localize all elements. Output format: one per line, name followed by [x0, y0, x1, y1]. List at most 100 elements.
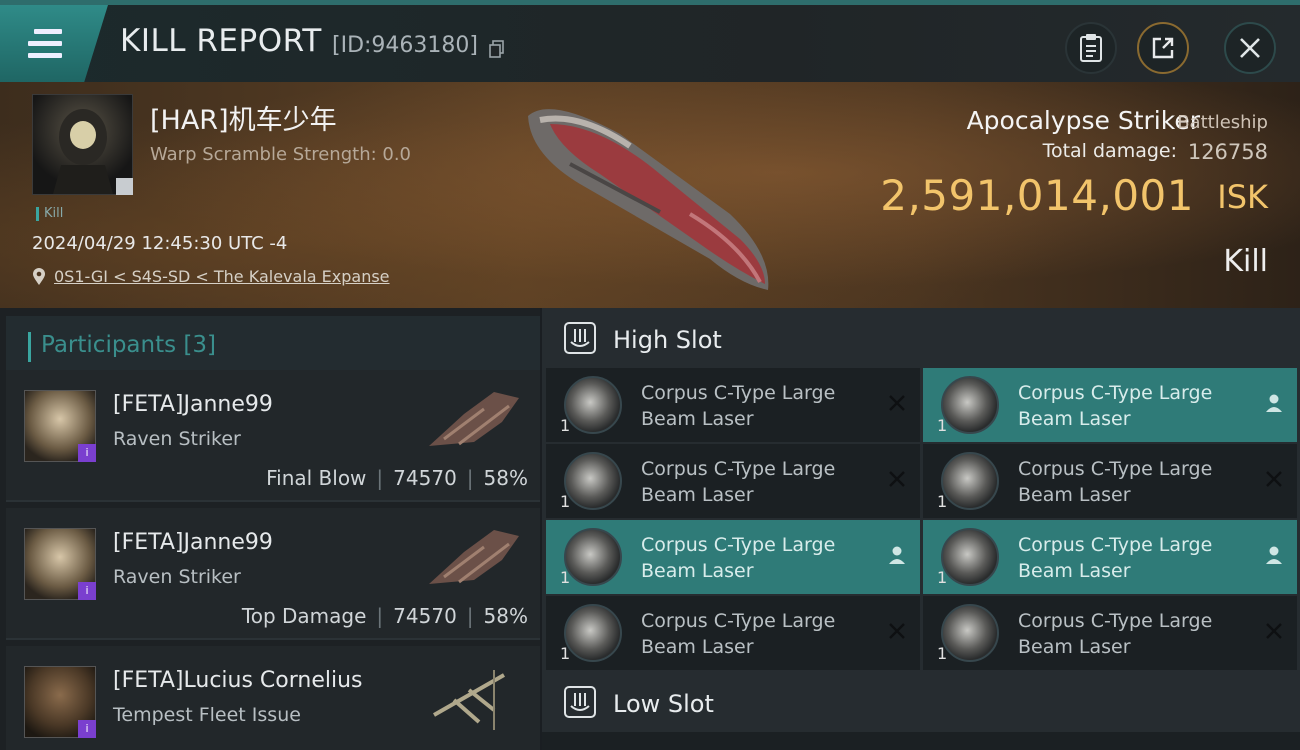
module-name: Corpus C-Type Large Beam Laser — [641, 380, 881, 432]
person-icon — [1266, 546, 1282, 564]
laser-module-icon — [941, 604, 999, 662]
participants-label: Participants [3] — [41, 332, 216, 358]
participant-portrait[interactable]: i — [24, 666, 96, 738]
victim-portrait[interactable] — [32, 94, 133, 195]
participant-stats: Final Blow | 74570 | 58% — [266, 466, 528, 490]
module-quantity: 1 — [560, 644, 571, 663]
isk-unit: ISK — [1217, 178, 1268, 216]
share-button[interactable] — [1137, 22, 1189, 74]
participant-portrait[interactable]: i — [24, 390, 96, 462]
participant-role: Final Blow — [266, 466, 367, 490]
kill-report-header: KILL REPORT [ID:9463180] — [0, 0, 1300, 82]
module-slot[interactable]: 1 Corpus C-Type Large Beam Laser — [923, 596, 1297, 670]
module-name-line1: Corpus C-Type Large — [1018, 382, 1213, 404]
module-quantity: 1 — [937, 644, 948, 663]
participant-name: [FETA]Janne99 — [113, 530, 273, 555]
module-name: Corpus C-Type Large Beam Laser — [1018, 380, 1258, 432]
kill-status: Kill — [1223, 244, 1268, 279]
module-quantity: 1 — [937, 416, 948, 435]
info-icon: i — [78, 582, 96, 600]
participants-panel: Participants [3] i [FETA]Janne99 Raven S… — [0, 308, 540, 750]
participant-role: Top Damage — [241, 604, 367, 628]
participant-stats: Top Damage | 74570 | 58% — [241, 604, 528, 628]
module-name-line1: Corpus C-Type Large — [641, 534, 836, 556]
share-icon — [1152, 37, 1174, 59]
menu-icon — [28, 29, 62, 65]
module-name-line2: Beam Laser — [1018, 484, 1131, 506]
module-quantity: 1 — [560, 568, 571, 587]
laser-module-icon — [941, 452, 999, 510]
location-pin-icon — [33, 267, 45, 285]
high-slot-label: High Slot — [613, 326, 722, 354]
warp-scramble-strength: Warp Scramble Strength: 0.0 — [150, 144, 412, 165]
person-icon — [1266, 394, 1282, 412]
copy-icon[interactable] — [489, 40, 505, 58]
module-slot[interactable]: 1 Corpus C-Type Large Beam Laser — [923, 368, 1297, 442]
module-name: Corpus C-Type Large Beam Laser — [641, 456, 881, 508]
low-slot-header: Low Slot — [542, 672, 1300, 732]
participant-row[interactable]: i [FETA]Janne99 Raven Striker Final Blow… — [6, 370, 540, 502]
module-slot[interactable]: 1 Corpus C-Type Large Beam Laser — [923, 444, 1297, 518]
participant-ship-image — [433, 670, 505, 730]
module-name-line2: Beam Laser — [1018, 408, 1131, 430]
low-slot-row-partial — [542, 732, 1300, 750]
clipboard-button[interactable] — [1065, 22, 1117, 74]
person-icon — [889, 546, 905, 564]
module-slot[interactable]: 1 Corpus C-Type Large Beam Laser — [546, 368, 920, 442]
victim-banner: [HAR]机车少年 Warp Scramble Strength: 0.0 Ki… — [0, 82, 1300, 308]
module-name-line1: Corpus C-Type Large — [1018, 534, 1213, 556]
module-name: Corpus C-Type Large Beam Laser — [1018, 532, 1258, 584]
location-link[interactable]: 0S1-GI < S4S-SD < The Kalevala Expanse — [32, 267, 390, 286]
destroyed-x-icon — [1266, 623, 1282, 639]
destroyed-x-icon — [889, 395, 905, 411]
module-name-line2: Beam Laser — [641, 636, 754, 658]
module-name-line1: Corpus C-Type Large — [641, 610, 836, 632]
report-id: [ID:9463180] — [332, 33, 478, 58]
module-name-line1: Corpus C-Type Large — [1018, 458, 1213, 480]
menu-button[interactable] — [0, 5, 108, 82]
module-name-line1: Corpus C-Type Large — [641, 382, 836, 404]
participant-name: [FETA]Lucius Cornelius — [113, 668, 363, 693]
module-slot[interactable]: 1 Corpus C-Type Large Beam Laser — [546, 520, 920, 594]
participant-ship-image — [429, 392, 519, 446]
module-quantity: 1 — [560, 416, 571, 435]
high-slot-icon — [564, 322, 596, 354]
participant-row[interactable]: i [FETA]Janne99 Raven Striker Top Damage… — [6, 508, 540, 640]
close-button[interactable] — [1224, 22, 1276, 74]
laser-module-icon — [941, 528, 999, 586]
participant-row[interactable]: i [FETA]Lucius Cornelius Tempest Fleet I… — [6, 646, 540, 750]
location-text: 0S1-GI < S4S-SD < The Kalevala Expanse — [54, 267, 390, 286]
kill-tag: Kill — [36, 206, 63, 221]
module-slot[interactable]: 1 Corpus C-Type Large Beam Laser — [546, 444, 920, 518]
participant-ship: Raven Striker — [113, 566, 241, 588]
module-slot[interactable]: 1 Corpus C-Type Large Beam Laser — [923, 520, 1297, 594]
info-icon: i — [78, 444, 96, 462]
participant-damage: 74570 — [393, 466, 457, 490]
module-name-line2: Beam Laser — [641, 560, 754, 582]
module-slot[interactable]: 1 Corpus C-Type Large Beam Laser — [546, 596, 920, 670]
module-quantity: 1 — [937, 568, 948, 587]
laser-module-icon — [941, 376, 999, 434]
participant-portrait[interactable]: i — [24, 528, 96, 600]
kill-datetime: 2024/04/29 12:45:30 UTC -4 — [32, 233, 288, 254]
module-name-line1: Corpus C-Type Large — [1018, 610, 1213, 632]
isk-value: 2,591,014,001 — [880, 171, 1194, 220]
participant-percent: 58% — [483, 604, 528, 628]
total-damage-value: 126758 — [1187, 140, 1268, 164]
victim-ship-image — [528, 109, 769, 290]
module-name: Corpus C-Type Large Beam Laser — [1018, 456, 1258, 508]
module-quantity: 1 — [560, 492, 571, 511]
module-quantity: 1 — [937, 492, 948, 511]
victim-ship-name[interactable]: Apocalypse Striker — [967, 106, 1200, 135]
low-slot-label: Low Slot — [613, 690, 714, 718]
victim-ship-class: Battleship — [1177, 112, 1268, 133]
participant-ship: Raven Striker — [113, 428, 241, 450]
fitting-panel: High Slot 1 Corpus C-Type Large Beam Laser… — [542, 308, 1300, 750]
destroyed-x-icon — [1266, 471, 1282, 487]
high-slot-header: High Slot — [542, 308, 1300, 368]
module-name-line1: Corpus C-Type Large — [641, 458, 836, 480]
victim-name[interactable]: [HAR]机车少年 — [150, 98, 337, 137]
laser-module-icon — [564, 452, 622, 510]
module-name: Corpus C-Type Large Beam Laser — [641, 532, 881, 584]
participant-ship-image — [429, 530, 519, 584]
